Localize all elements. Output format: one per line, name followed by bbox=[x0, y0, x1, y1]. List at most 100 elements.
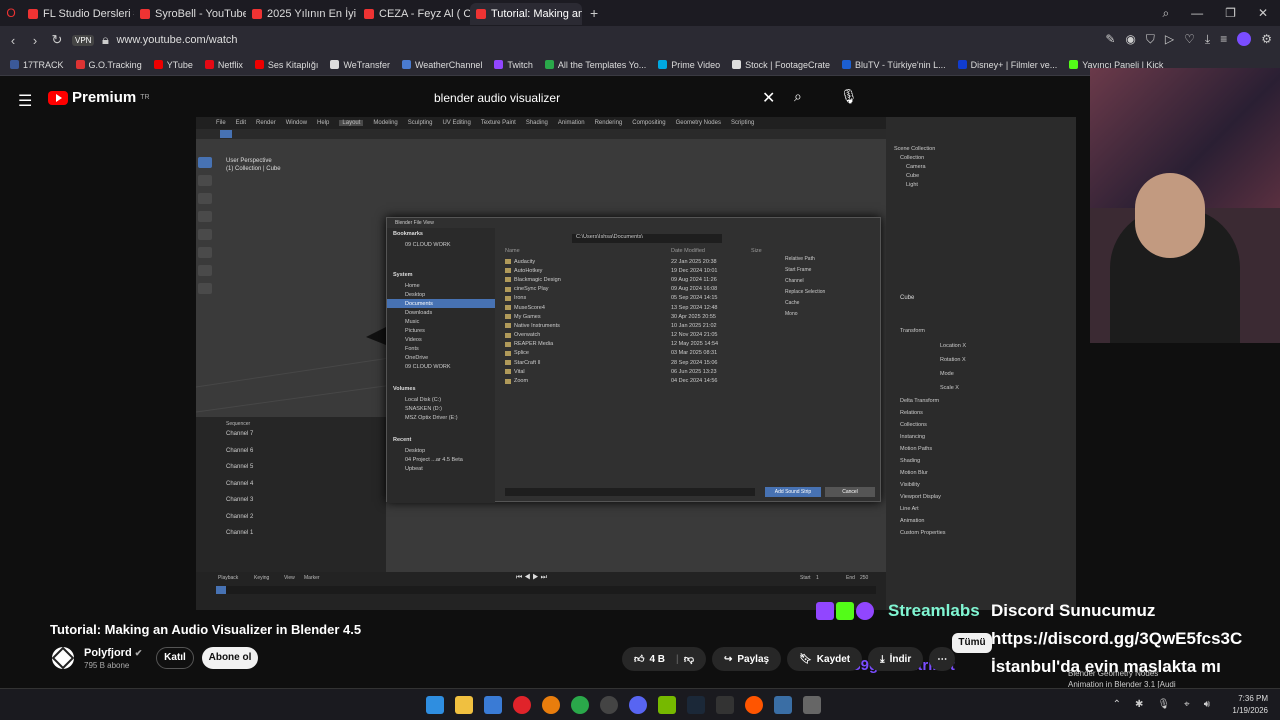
close-button[interactable]: ✕ bbox=[1258, 6, 1268, 20]
network-icon[interactable]: ⌖ bbox=[1184, 699, 1190, 710]
blender-menu-item[interactable]: Help bbox=[317, 120, 329, 126]
file-row[interactable]: Zoom 04 Dec 2024 14:56 bbox=[505, 376, 775, 385]
blender-menu-item[interactable]: Rendering bbox=[595, 120, 623, 126]
start-icon[interactable] bbox=[426, 696, 444, 714]
file-row[interactable]: Overwatch 12 Nov 2024 21:05 bbox=[505, 331, 775, 340]
file-row[interactable]: StarCraft II 28 Sep 2024 15:06 bbox=[505, 358, 775, 367]
sequencer-channel[interactable]: Channel 5 bbox=[226, 464, 253, 470]
dialog-sidebar-item[interactable]: SNASKEN (D:) bbox=[387, 404, 495, 413]
blender-icon[interactable] bbox=[542, 696, 560, 714]
profile-avatar[interactable] bbox=[1237, 32, 1252, 46]
blender-menu-item[interactable]: Window bbox=[286, 120, 307, 126]
steam-icon[interactable] bbox=[687, 696, 705, 714]
volume-icon[interactable]: 🔊︎ bbox=[1204, 699, 1210, 710]
dialog-sidebar-item[interactable]: Music bbox=[387, 317, 495, 326]
sequencer-channel[interactable]: Channel 7 bbox=[226, 431, 253, 437]
sequencer-channel[interactable]: Channel 2 bbox=[226, 514, 253, 520]
dialog-sidebar-item[interactable]: 09 CLOUD WORK bbox=[387, 362, 495, 371]
file-row[interactable]: MuseScore4 13 Sep 2024 12:48 bbox=[505, 303, 775, 312]
filter-chip-all[interactable]: Tümü bbox=[952, 633, 992, 653]
search-tabs-icon[interactable]: ⌕ bbox=[1162, 6, 1169, 21]
bookmark-item[interactable]: Netflix bbox=[204, 60, 243, 70]
shield-icon[interactable]: ⛉ bbox=[1146, 32, 1155, 47]
mail-icon[interactable] bbox=[484, 696, 502, 714]
file-row[interactable]: AutoHotkey 19 Dec 2024 10:01 bbox=[505, 266, 775, 275]
download-button[interactable]: ⤓ İndir bbox=[868, 647, 924, 671]
xbox-icon[interactable] bbox=[571, 696, 589, 714]
dialog-sidebar-item[interactable]: Pictures bbox=[387, 326, 495, 335]
blender-menu-item[interactable]: Layout bbox=[339, 120, 364, 126]
settings-app-icon[interactable] bbox=[803, 696, 821, 714]
outliner-item[interactable]: Scene Collection bbox=[894, 145, 935, 154]
play-icon[interactable]: ▷ bbox=[1165, 32, 1174, 47]
search-input[interactable]: blender audio visualizer bbox=[420, 84, 790, 112]
property-section[interactable]: Delta Transform bbox=[900, 397, 966, 406]
file-row[interactable]: Irons 05 Sep 2024 14:15 bbox=[505, 294, 775, 303]
like-button[interactable]: 👍︎ 4 B | 👎︎ bbox=[622, 647, 706, 671]
save-button[interactable]: 🔖︎ Kaydet bbox=[787, 647, 863, 671]
origin-icon[interactable] bbox=[745, 696, 763, 714]
file-row[interactable]: My Games 30 Apr 2025 20:55 bbox=[505, 312, 775, 321]
dialog-sidebar-item[interactable]: Documents bbox=[387, 299, 495, 308]
file-row[interactable]: Splice 03 Mar 2025 08:31 bbox=[505, 349, 775, 358]
thumbs-down-icon[interactable]: 👎︎ bbox=[684, 653, 694, 665]
blender-menu-item[interactable]: Scripting bbox=[731, 120, 754, 126]
blender-menu-item[interactable]: Modeling bbox=[373, 120, 397, 126]
sequencer-channel[interactable]: Channel 6 bbox=[226, 448, 253, 454]
file-row[interactable]: Audacity 22 Jan 2025 20:38 bbox=[505, 257, 775, 266]
property-section[interactable]: Mode bbox=[900, 368, 966, 380]
property-section[interactable]: Custom Properties bbox=[900, 529, 966, 538]
bluetooth-icon[interactable]: ✱ bbox=[1135, 699, 1143, 710]
blender-menu-item[interactable]: Animation bbox=[558, 120, 585, 126]
minimize-button[interactable]: — bbox=[1191, 6, 1203, 20]
app-icon[interactable] bbox=[774, 696, 792, 714]
tab-3[interactable]: 2025 Yılının En İyi Ücretsiz bbox=[246, 3, 358, 25]
bookmark-item[interactable]: Twitch bbox=[494, 60, 533, 70]
epic-games-icon[interactable] bbox=[716, 696, 734, 714]
property-section[interactable]: Motion Blur bbox=[900, 469, 966, 478]
vpn-badge[interactable]: VPN bbox=[72, 34, 95, 46]
property-section[interactable]: Scale X bbox=[900, 382, 966, 394]
chevron-up-icon[interactable]: ⌃ bbox=[1113, 699, 1121, 710]
property-section[interactable]: Collections bbox=[900, 421, 966, 430]
property-section[interactable]: Instancing bbox=[900, 433, 966, 442]
property-section[interactable]: Rotation X bbox=[900, 354, 966, 366]
property-section[interactable]: Visibility bbox=[900, 481, 966, 490]
menu-icon[interactable]: ≡ bbox=[1220, 32, 1227, 47]
bookmark-item[interactable]: BluTV - Türkiye'nin L... bbox=[842, 60, 946, 70]
blender-menu-item[interactable]: UV Editing bbox=[442, 120, 470, 126]
tab-1[interactable]: FL Studio Dersleri #4 | Sıfır bbox=[22, 3, 134, 25]
channel-avatar[interactable] bbox=[52, 647, 74, 669]
property-section[interactable]: Motion Paths bbox=[900, 445, 966, 454]
recommended-video[interactable]: Blender Geometry Nodes Animation in Blen… bbox=[1040, 668, 1176, 690]
dialog-option[interactable]: Relative Path bbox=[785, 254, 825, 265]
blender-menu-item[interactable]: Geometry Nodes bbox=[676, 120, 721, 126]
clear-search-icon[interactable]: ✕ bbox=[762, 88, 775, 108]
opera-logo-icon[interactable]: O bbox=[0, 6, 22, 20]
dialog-sidebar-item[interactable]: 04 Project ...ar 4.5 Beta bbox=[387, 455, 495, 464]
share-button[interactable]: ↪ Paylaş bbox=[711, 647, 782, 671]
more-actions-button[interactable]: ⋯ bbox=[929, 647, 956, 671]
file-explorer-icon[interactable] bbox=[455, 696, 473, 714]
file-row[interactable]: Blackmagic Design 09 Aug 2024 11:26 bbox=[505, 275, 775, 284]
clock[interactable]: 7:36 PM 1/19/2026 bbox=[1232, 693, 1268, 717]
dialog-sidebar-item[interactable]: OneDrive bbox=[387, 353, 495, 362]
subscribe-button[interactable]: Abone ol bbox=[202, 647, 258, 669]
maximize-button[interactable]: ❐ bbox=[1225, 6, 1236, 20]
obs-icon[interactable] bbox=[600, 696, 618, 714]
bookmark-item[interactable]: WeTransfer bbox=[330, 60, 390, 70]
discord-icon[interactable] bbox=[629, 696, 647, 714]
dialog-option[interactable]: Channel bbox=[785, 276, 825, 287]
dialog-sidebar-item[interactable]: Desktop bbox=[387, 446, 495, 455]
url-field[interactable]: www.youtube.com/watch bbox=[116, 34, 237, 46]
file-row[interactable]: Native Instruments 10 Jan 2025 21:02 bbox=[505, 321, 775, 330]
join-button[interactable]: Katıl bbox=[156, 647, 194, 669]
sequencer-channel[interactable]: Channel 1 bbox=[226, 530, 253, 536]
bookmark-item[interactable]: WeatherChannel bbox=[401, 60, 482, 70]
outliner-item[interactable]: Light bbox=[894, 181, 935, 190]
dialog-sidebar-item[interactable]: Home bbox=[387, 281, 495, 290]
dialog-option[interactable]: Cache bbox=[785, 298, 825, 309]
file-row[interactable]: Vital 06 Jun 2025 13:23 bbox=[505, 367, 775, 376]
property-section[interactable]: Transform bbox=[900, 327, 966, 336]
bookmark-item[interactable]: Stock | FootageCrate bbox=[732, 60, 830, 70]
